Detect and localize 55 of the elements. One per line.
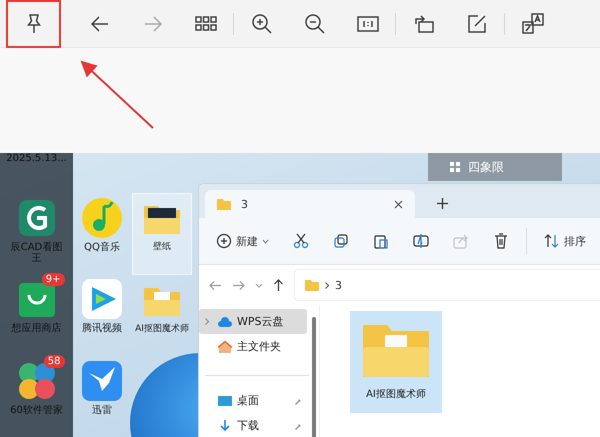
music-app-icon: [80, 196, 124, 240]
notification-badge: 58: [44, 354, 64, 368]
back-arrow-icon[interactable]: [209, 280, 222, 290]
widget-title: 四象限: [468, 158, 504, 176]
chevron-icon[interactable]: [255, 282, 263, 288]
folder-item[interactable]: AI抠图魔术师: [350, 311, 442, 413]
sort-button[interactable]: 排序: [537, 229, 593, 253]
up-arrow-icon[interactable]: [273, 278, 284, 292]
pin-button[interactable]: [6, 0, 61, 48]
pin-icon: [293, 422, 301, 430]
zoom-out-icon: [304, 12, 326, 34]
new-tab-icon[interactable]: [437, 198, 448, 209]
nav-item[interactable]: 桌面: [199, 388, 307, 413]
desktop-shortcut[interactable]: 9+ 想应用商店: [6, 274, 66, 356]
forward-arrow-icon[interactable]: [232, 280, 245, 290]
translate-icon: [522, 12, 544, 34]
desktop-shortcut[interactable]: 迅雷: [72, 356, 132, 437]
chevron-icon: [325, 282, 329, 288]
pin-icon: [293, 396, 301, 404]
download-icon: [218, 420, 232, 432]
desktop-shortcut[interactable]: QQ音乐: [72, 192, 132, 274]
explorer-tab[interactable]: 3: [205, 190, 415, 218]
bird-app-icon: [80, 358, 124, 403]
zoom-in-icon: [250, 12, 272, 34]
desktop-shortcut[interactable]: 58 60软件管家: [6, 356, 66, 437]
nav-item[interactable]: 下载: [199, 413, 307, 437]
desktop-shortcut[interactable]: 腾讯视频: [72, 274, 132, 356]
chevron-icon[interactable]: [205, 318, 209, 325]
notification-badge: 9+: [42, 273, 64, 286]
cut-icon: [293, 233, 309, 249]
nav-item[interactable]: WPS云盘: [199, 309, 307, 334]
chevron-icon: [262, 238, 269, 244]
nav-item[interactable]: 主文件夹: [199, 334, 307, 359]
new-button[interactable]: 新建: [209, 229, 276, 253]
copy-icon: [333, 233, 349, 249]
desktop-shortcut[interactable]: AI抠图魔术师: [132, 275, 192, 357]
sort-icon: [544, 233, 560, 249]
desktop-icon-label: 2025.5.13...: [6, 153, 67, 164]
edit-icon: [466, 12, 488, 34]
new-icon: [216, 233, 232, 249]
share-icon: [453, 233, 469, 249]
desktop-shortcut[interactable]: 壁纸: [132, 193, 192, 275]
video-app-icon: [80, 277, 124, 322]
paste-icon: [373, 233, 389, 249]
cloud-icon: [218, 316, 232, 328]
delete-icon: [493, 233, 509, 249]
windows-icon: [450, 162, 460, 172]
desktop-icon: [218, 394, 232, 406]
folder-icon: [305, 280, 319, 290]
rotate-icon: [412, 12, 434, 34]
address-bar[interactable]: 3: [294, 269, 600, 301]
rename-icon: [413, 233, 429, 249]
close-icon[interactable]: [394, 200, 403, 208]
home-icon: [218, 340, 232, 352]
folder-icon: [217, 198, 231, 210]
